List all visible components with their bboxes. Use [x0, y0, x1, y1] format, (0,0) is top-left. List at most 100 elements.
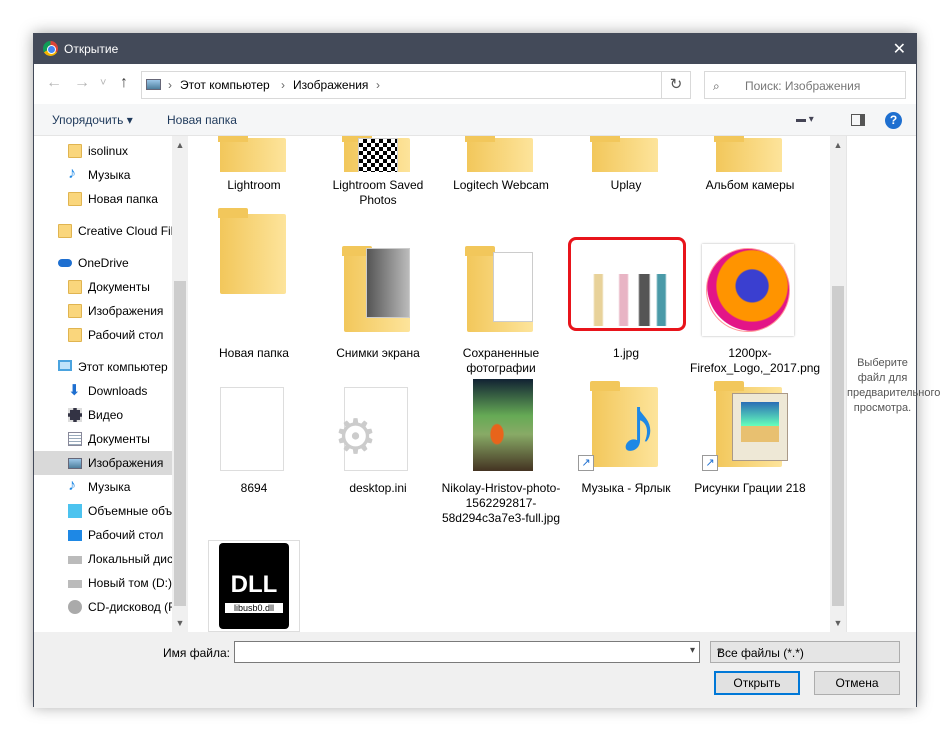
sidebar-item[interactable]: Creative Cloud Files [34, 219, 172, 243]
recent-locations-button[interactable]: ˅ [100, 77, 106, 89]
dialog-footer: Имя файла: ▾ Все файлы (*.*) ▾ Открыть От… [34, 632, 916, 708]
sidebar-item-label: Изображения [88, 304, 164, 318]
file-name: Lightroom Saved Photos [332, 178, 424, 207]
folder-icon [206, 136, 302, 172]
file-item[interactable]: Lightroom Saved Photos [318, 136, 438, 208]
help-button[interactable]: ? [885, 112, 902, 129]
document-icon [68, 432, 82, 446]
window-title: Открытие [64, 42, 119, 56]
cd-drive-icon [68, 600, 82, 614]
file-list-scroll-thumb[interactable] [832, 286, 844, 606]
sidebar-item-label: Объемные объекты [88, 504, 172, 518]
file-list-scrollbar[interactable]: ▲ ▼ [830, 136, 846, 632]
sidebar-item[interactable]: Новая папка [34, 187, 172, 211]
file-item[interactable]: 1200px-Firefox_Logo,_2017.png [690, 244, 820, 376]
computer-icon [58, 360, 72, 371]
sidebar-item-label: Видео [88, 408, 124, 422]
music-icon: ♪ [68, 165, 76, 182]
sidebar-item-label: Рабочий стол [88, 328, 164, 342]
chrome-icon [43, 41, 58, 56]
shortcut-arrow-icon: ↗ [702, 455, 718, 471]
file-item[interactable]: ⚙ desktop.ini [318, 379, 438, 496]
file-item[interactable]: 8694 [194, 379, 314, 496]
pictures-icon [68, 458, 82, 469]
sidebar-item[interactable]: Изображения [34, 451, 172, 475]
sidebar-scrollbar[interactable]: ▲ ▼ [172, 136, 188, 632]
sidebar-item-label: isolinux [88, 144, 129, 158]
sidebar-item-label: Музыка [88, 168, 131, 182]
folder-icon [578, 136, 674, 172]
pictures-shortcut-icon: ↗ [702, 379, 798, 475]
close-button[interactable]: ✕ [893, 39, 906, 59]
search-icon: ⌕ [713, 79, 720, 93]
view-options-button[interactable]: ▬ ▾ [796, 114, 814, 125]
pictures-icon [146, 79, 161, 90]
open-dialog: Открытие ✕ ← → ˅ ↑ › Этот компьютер › Из… [33, 33, 940, 708]
navigation-bar: ← → ˅ ↑ › Этот компьютер › Изображения ›… [34, 64, 916, 104]
open-button[interactable]: Открыть [714, 671, 800, 695]
file-name: Nikolay-Hristov-photo-1562292817-58d294c… [441, 481, 561, 525]
file-item[interactable]: Сохраненные фотографии [441, 244, 561, 376]
file-item[interactable]: Альбом камеры [690, 136, 810, 193]
organize-button[interactable]: Упорядочить ▾ [52, 113, 133, 127]
file-type-select[interactable]: Все файлы (*.*) ▾ [710, 641, 900, 663]
firefox-logo-icon [702, 244, 798, 340]
sidebar-item[interactable]: ⬇ Downloads [34, 379, 172, 403]
sidebar-item[interactable]: Документы [34, 427, 172, 451]
file-item[interactable]: DLLlibusb0.dllСкачать libusb0 dll.png [194, 540, 314, 632]
up-button[interactable]: ↑ [120, 74, 128, 92]
sidebar-item[interactable]: Объемные объекты [34, 499, 172, 523]
file-name: Музыка - Ярлык [581, 481, 671, 495]
file-item[interactable]: ♪ ↗ Музыка - Ярлык [566, 379, 686, 496]
file-list: Lightroom Lightroom Saved Photos Logitech … [188, 136, 846, 632]
folder-icon [68, 280, 82, 294]
gear-file-icon: ⚙ [330, 379, 426, 475]
folder-icon [68, 144, 82, 158]
file-item[interactable]: Uplay [566, 136, 686, 193]
folder-qr-icon [330, 136, 426, 172]
sidebar-item[interactable]: OneDrive [34, 251, 172, 275]
sidebar-item[interactable]: Документы [34, 275, 172, 299]
forward-button[interactable]: → [74, 74, 90, 92]
address-bar[interactable]: › Этот компьютер › Изображения › ↻ [141, 71, 691, 99]
sidebar-item[interactable]: Новый том (D:) [34, 571, 172, 595]
preview-pane-button[interactable] [851, 114, 865, 126]
sidebar-item[interactable]: CD-дисковод (F:) [34, 595, 172, 619]
file-item[interactable]: Снимки экрана [318, 244, 438, 361]
sidebar-item[interactable]: isolinux [34, 139, 172, 163]
cancel-button[interactable]: Отмена [814, 671, 900, 695]
new-folder-button[interactable]: Новая папка [167, 113, 237, 127]
filename-label: Имя файла: [163, 646, 230, 660]
back-button[interactable]: ← [46, 74, 62, 92]
dll-image-icon: DLL libusb0.dll [206, 540, 302, 632]
chevron-down-icon[interactable]: ▾ [690, 645, 695, 656]
file-item[interactable]: ↗ Рисунки Грации 218 [690, 379, 810, 496]
video-icon [68, 408, 82, 422]
file-item[interactable]: Nikolay-Hristov-photo-1562292817-58d294c… [441, 379, 561, 526]
sidebar-item-label: Локальный диск (C:) [88, 552, 172, 566]
search-input[interactable]: ⌕ Поиск: Изображения [704, 71, 906, 99]
file-item[interactable]: Logitech Webcam [441, 136, 561, 193]
title-bar: Открытие ✕ [34, 34, 916, 64]
drive-icon [68, 556, 82, 564]
sidebar-item[interactable]: Рабочий стол [34, 523, 172, 547]
sidebar-scroll-thumb[interactable] [174, 281, 186, 606]
sidebar-item[interactable]: Рабочий стол [34, 323, 172, 347]
sidebar-item[interactable]: Видео [34, 403, 172, 427]
filename-input[interactable]: ▾ [234, 641, 700, 663]
shortcut-arrow-icon: ↗ [578, 455, 594, 471]
refresh-button[interactable]: ↻ [661, 71, 691, 99]
sidebar-item[interactable]: Изображения [34, 299, 172, 323]
sidebar-item[interactable]: ♪ Музыка [34, 475, 172, 499]
sidebar-item[interactable]: ♪ Музыка [34, 163, 172, 187]
breadcrumb-pictures[interactable]: Изображения [293, 78, 368, 92]
sidebar-item[interactable]: Этот компьютер [34, 355, 172, 379]
breadcrumb-this-pc[interactable]: Этот компьютер [180, 78, 270, 92]
file-item[interactable]: Lightroom [194, 136, 314, 193]
file-item[interactable]: Новая папка [194, 208, 314, 361]
file-name: Альбом камеры [705, 178, 795, 192]
desktop-icon [68, 530, 82, 541]
3d-objects-icon [68, 504, 82, 518]
file-name: Снимки экрана [336, 346, 420, 360]
sidebar-item[interactable]: Локальный диск (C:) [34, 547, 172, 571]
